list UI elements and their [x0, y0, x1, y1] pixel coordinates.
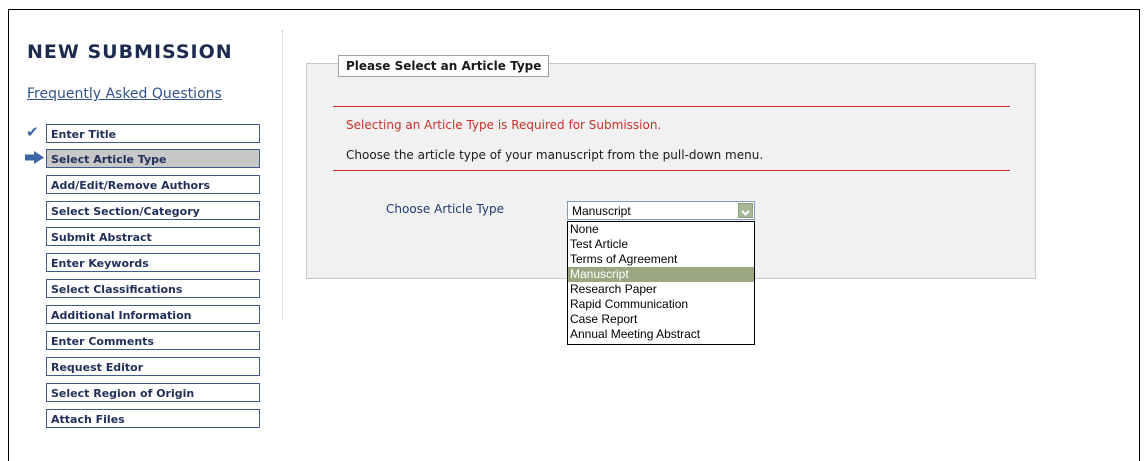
nav-step-label[interactable]: Select Region of Origin: [46, 383, 260, 402]
option-research-paper[interactable]: Research Paper: [568, 282, 754, 297]
option-rapid-communication[interactable]: Rapid Communication: [568, 297, 754, 312]
option-annual-meeting-abstract[interactable]: Annual Meeting Abstract: [568, 327, 754, 342]
page-title: NEW SUBMISSION: [27, 41, 233, 63]
chevron-down-icon[interactable]: [738, 203, 753, 218]
option-none[interactable]: None: [568, 222, 754, 237]
nav-step-keywords[interactable]: Enter Keywords: [46, 253, 260, 273]
required-message: Selecting an Article Type is Required fo…: [346, 118, 662, 132]
nav-step-label[interactable]: Enter Keywords: [46, 253, 260, 272]
nav-step-abstract[interactable]: Submit Abstract: [46, 227, 260, 247]
nav-step-request-editor[interactable]: Request Editor: [46, 357, 260, 377]
nav-step-select-article-type[interactable]: Select Article Type: [25, 149, 260, 169]
nav-step-authors[interactable]: Add/Edit/Remove Authors: [46, 175, 260, 195]
nav-step-label[interactable]: Additional Information: [46, 305, 260, 324]
panel-legend: Please Select an Article Type: [338, 55, 550, 77]
checkmark-icon: ✔: [26, 123, 39, 141]
nav-step-label[interactable]: Enter Title: [46, 124, 260, 143]
nav-step-region-of-origin[interactable]: Select Region of Origin: [46, 383, 260, 403]
article-type-select[interactable]: Manuscript: [567, 201, 755, 220]
nav-step-label[interactable]: Request Editor: [46, 357, 260, 376]
nav-step-label[interactable]: Attach Files: [46, 409, 260, 428]
nav-step-label[interactable]: Add/Edit/Remove Authors: [46, 175, 260, 194]
nav-step-comments[interactable]: Enter Comments: [46, 331, 260, 351]
nav-step-additional-info[interactable]: Additional Information: [46, 305, 260, 325]
divider-top: [333, 106, 1010, 107]
instruction-text: Choose the article type of your manuscri…: [346, 148, 764, 162]
article-type-dropdown: None Test Article Terms of Agreement Man…: [567, 221, 755, 345]
arrow-right-icon: [25, 151, 44, 164]
select-value: Manuscript: [572, 204, 631, 218]
nav-step-label[interactable]: Select Article Type: [46, 149, 260, 168]
nav-step-enter-title[interactable]: ✔ Enter Title: [26, 123, 260, 144]
option-manuscript[interactable]: Manuscript: [568, 267, 754, 282]
option-case-report[interactable]: Case Report: [568, 312, 754, 327]
article-type-label: Choose Article Type: [386, 202, 504, 216]
nav-step-label[interactable]: Submit Abstract: [46, 227, 260, 246]
option-test-article[interactable]: Test Article: [568, 237, 754, 252]
nav-step-label[interactable]: Select Section/Category: [46, 201, 260, 220]
divider-bottom: [333, 170, 1010, 171]
nav-step-label[interactable]: Select Classifications: [46, 279, 260, 298]
nav-step-classifications[interactable]: Select Classifications: [46, 279, 260, 299]
sidebar-divider: [282, 30, 283, 320]
nav-step-label[interactable]: Enter Comments: [46, 331, 260, 350]
nav-step-section-category[interactable]: Select Section/Category: [46, 201, 260, 221]
nav-step-attach-files[interactable]: Attach Files: [46, 409, 260, 429]
faq-link[interactable]: Frequently Asked Questions: [27, 86, 222, 102]
option-terms-of-agreement[interactable]: Terms of Agreement: [568, 252, 754, 267]
